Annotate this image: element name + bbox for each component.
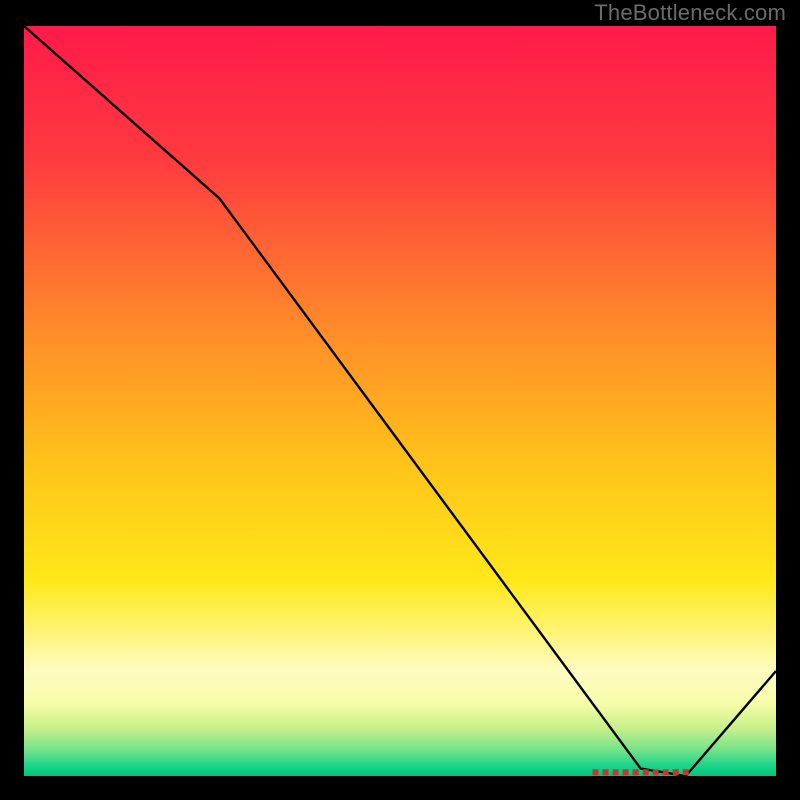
optimal-marker-dot <box>603 769 609 775</box>
optimal-marker-dot <box>643 769 649 775</box>
optimal-marker-dot <box>663 769 669 775</box>
chart-container: TheBottleneck.com <box>0 0 800 800</box>
optimal-marker-dot <box>683 769 689 775</box>
optimal-marker-dot <box>623 769 629 775</box>
plot-background <box>24 26 776 776</box>
optimal-marker-dot <box>653 769 659 775</box>
watermark-text: TheBottleneck.com <box>594 0 786 26</box>
optimal-marker-dot <box>613 769 619 775</box>
optimal-marker-dot <box>633 769 639 775</box>
bottleneck-chart <box>0 0 800 800</box>
optimal-marker-dot <box>593 769 599 775</box>
optimal-marker-dot <box>673 769 679 775</box>
